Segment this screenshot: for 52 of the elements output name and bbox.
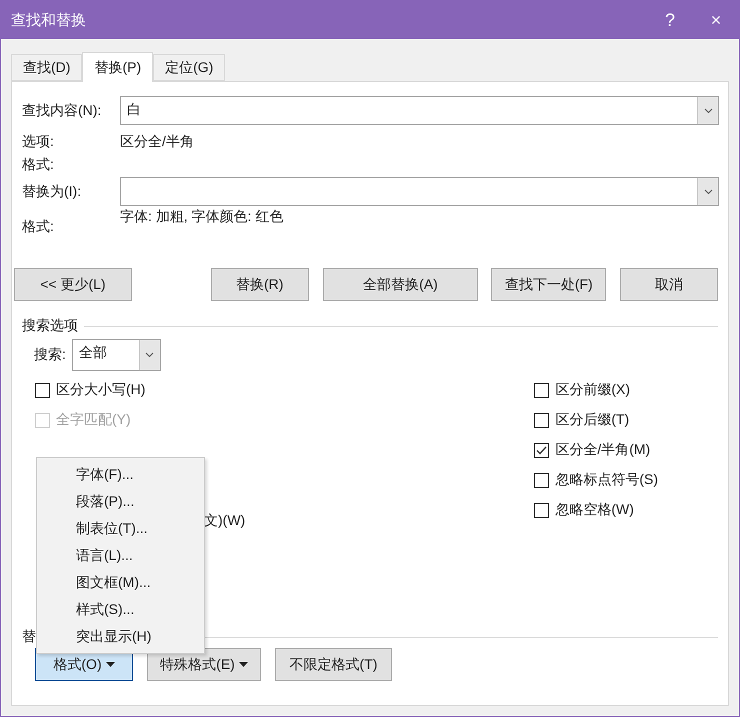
option-label: 文)(W): [204, 512, 246, 530]
window-title: 查找和替换: [11, 10, 87, 30]
format-label: 格式:: [22, 218, 55, 236]
field-label: 替换为(I):: [22, 182, 82, 200]
menu-item[interactable]: 字体(F)...: [37, 461, 204, 488]
tab[interactable]: 查找(D): [11, 54, 82, 81]
search-select[interactable]: 全部: [72, 339, 161, 371]
help-button[interactable]: ?: [647, 1, 693, 39]
close-button[interactable]: ×: [693, 1, 739, 39]
checkbox[interactable]: [35, 382, 50, 398]
section-title: 搜索选项: [22, 317, 78, 335]
menu-item[interactable]: 段落(P)...: [37, 488, 204, 515]
checkbox[interactable]: [534, 412, 550, 428]
checkbox-label: 全字匹配(Y): [56, 411, 131, 429]
format-label: 格式:: [22, 156, 55, 174]
dropdown-button[interactable]: 不限定格式(T): [275, 648, 392, 681]
dialog-button[interactable]: << 更少(L): [14, 268, 132, 301]
checkbox-label: 区分大小写(H): [56, 381, 146, 399]
find-field[interactable]: 白: [120, 96, 719, 125]
field-label: 查找内容(N):: [22, 102, 102, 120]
dialog-button[interactable]: 全部替换(A): [322, 268, 478, 301]
checkbox[interactable]: [534, 382, 550, 398]
caret-icon: [238, 662, 248, 667]
menu-item[interactable]: 样式(S)...: [37, 596, 204, 623]
checkbox[interactable]: [534, 502, 550, 518]
checkbox[interactable]: [534, 442, 550, 458]
options-label: 选项:: [22, 133, 55, 151]
chevron-down-icon: [704, 108, 712, 114]
menu-item[interactable]: 图文框(M)...: [37, 569, 204, 596]
caret-icon: [106, 662, 115, 667]
menu-item[interactable]: 制表位(T)...: [37, 515, 204, 542]
options-value: 区分全/半角: [120, 133, 194, 151]
checkbox-label: 区分后缀(T): [555, 411, 630, 429]
checkbox-label: 忽略空格(W): [555, 501, 634, 519]
chevron-down-icon: [704, 188, 712, 194]
dialog-button[interactable]: 替换(R): [210, 268, 309, 301]
chevron-down-icon: [145, 352, 154, 358]
tab[interactable]: 定位(G): [153, 54, 226, 81]
search-label: 搜索:: [34, 346, 66, 364]
section-title: 替: [22, 628, 36, 646]
replace-field[interactable]: [120, 177, 719, 206]
menu-item[interactable]: 语言(L)...: [37, 542, 204, 569]
dialog-button[interactable]: 取消: [620, 268, 718, 301]
menu-item[interactable]: 突出显示(H): [37, 623, 204, 650]
dialog-button[interactable]: 查找下一处(F): [491, 268, 606, 301]
format-value: 字体: 加粗, 字体颜色: 红色: [120, 208, 284, 226]
checkbox[interactable]: [534, 472, 550, 488]
checkbox-label: 区分前缀(X): [555, 381, 630, 399]
tab[interactable]: 替换(P): [82, 52, 154, 82]
checkbox-label: 区分全/半角(M): [555, 441, 650, 459]
checkbox-label: 忽略标点符号(S): [555, 471, 658, 489]
dropdown-button[interactable]: 特殊格式(E): [147, 648, 261, 681]
